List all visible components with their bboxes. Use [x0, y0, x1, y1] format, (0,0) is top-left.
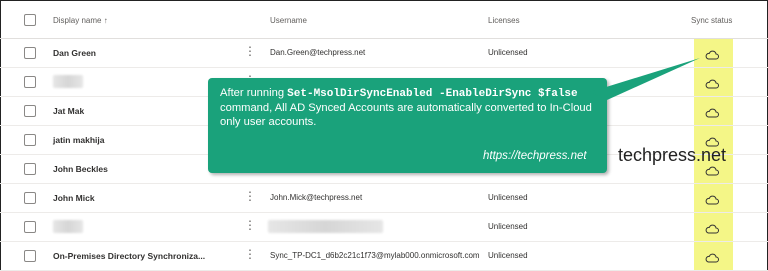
callout-arrow: [590, 58, 700, 100]
watermark: techpress.net: [618, 145, 727, 165]
